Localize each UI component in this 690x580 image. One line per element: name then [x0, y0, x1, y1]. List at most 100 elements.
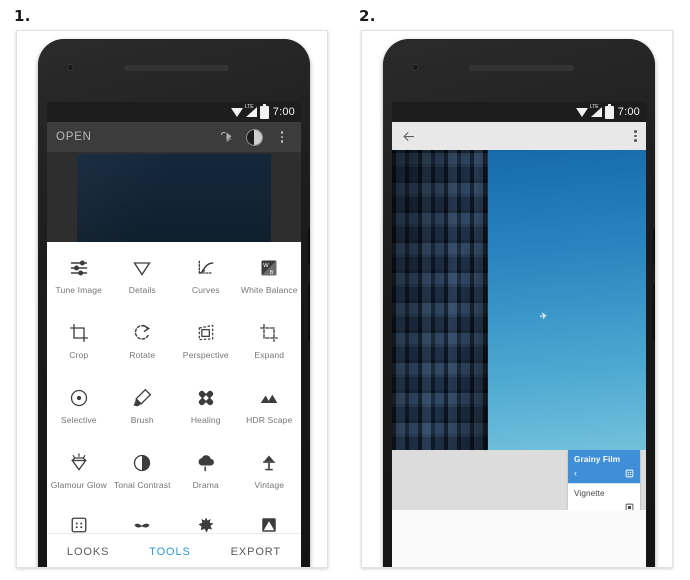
volume-button[interactable]	[308, 283, 310, 341]
edit-stack-panel: Grainy Film ‹ Vignette	[568, 450, 640, 510]
tonal-contrast-icon	[131, 452, 153, 474]
network-label: LTE	[589, 104, 599, 110]
tool-curves[interactable]: Curves	[174, 250, 238, 315]
crop-icon	[68, 322, 90, 344]
double-exposure-icon	[258, 514, 280, 533]
tool-drama[interactable]: Drama	[174, 445, 238, 510]
battery-icon	[259, 103, 269, 119]
status-bar-icons-2: LTE	[575, 103, 614, 119]
grunge-icon	[195, 514, 217, 533]
tool-perspective[interactable]: Perspective	[174, 315, 238, 380]
tool-label: Details	[128, 285, 156, 295]
power-button[interactable]	[653, 229, 655, 265]
tool-hdr-scape[interactable]: HDR Scape	[238, 380, 302, 445]
brush-icon	[131, 387, 153, 409]
status-bar-2: LTE 7:00	[392, 102, 646, 122]
tools-sheet: Tune Image Details Curves W B White Bala…	[47, 242, 301, 567]
tool-brush[interactable]: Brush	[111, 380, 175, 445]
tool-healing[interactable]: Healing	[174, 380, 238, 445]
drama-icon	[195, 452, 217, 474]
retrolux-icon	[131, 514, 153, 533]
tool-tonal-contrast[interactable]: Tonal Contrast	[111, 445, 175, 510]
compare-icon[interactable]	[216, 127, 236, 147]
figure-2-frame: LTE 7:00 ✈ Grainy Film ‹ Vignette	[361, 30, 673, 568]
tool-label: HDR Scape	[246, 415, 293, 425]
expand-icon	[258, 322, 280, 344]
phone-device-2: LTE 7:00 ✈ Grainy Film ‹ Vignette	[383, 39, 655, 567]
perspective-icon	[195, 322, 217, 344]
stack-item-grainy-film[interactable]: Grainy Film ‹	[568, 450, 640, 484]
stack-item-label: Grainy Film	[574, 455, 621, 464]
tool-rotate[interactable]: Rotate	[111, 315, 175, 380]
glamour-glow-icon	[68, 452, 90, 474]
status-bar-clock: 7:00	[272, 106, 295, 118]
tool-label: Curves	[191, 285, 220, 295]
status-bar-1: LTE 7:00	[47, 102, 301, 122]
tool-details[interactable]: Details	[111, 250, 175, 315]
tab-tools[interactable]: TOOLS	[149, 546, 191, 558]
tool-label: Vintage	[254, 480, 285, 490]
chevron-left-icon[interactable]: ‹	[574, 468, 577, 478]
figure-2-number: 2.	[359, 7, 376, 25]
tool-label: Glamour Glow	[50, 480, 107, 490]
tool-tune-image[interactable]: Tune Image	[47, 250, 111, 315]
stack-item-vignette[interactable]: Vignette	[568, 484, 640, 510]
photo-canvas-2[interactable]: ✈ Grainy Film ‹ Vignette	[392, 150, 646, 510]
tool-expand[interactable]: Expand	[238, 315, 302, 380]
info-contrast-icon[interactable]	[244, 127, 264, 147]
phone-device-1: LTE 7:00 OPEN Tune Image Details Curves …	[38, 39, 310, 567]
open-button[interactable]: OPEN	[56, 131, 92, 143]
tool-label: Expand	[254, 350, 285, 360]
status-bar-clock: 7:00	[617, 106, 640, 118]
tool-label: Tonal Contrast	[113, 480, 171, 490]
tool-label: Perspective	[182, 350, 229, 360]
app-bar-2	[392, 122, 646, 150]
overflow-menu-icon[interactable]	[272, 127, 292, 147]
tool-label: Selective	[60, 415, 97, 425]
wifi-icon	[230, 107, 243, 117]
photo-preview-1[interactable]	[47, 152, 301, 244]
figure-2: 2. LTE 7:00 ✈ Grainy Film ‹ Vignette	[345, 0, 690, 580]
bottom-navigation: LOOKS TOOLS EXPORT	[47, 533, 301, 567]
power-button[interactable]	[308, 229, 310, 265]
tools-grid: Tune Image Details Curves W B White Bala…	[47, 242, 301, 533]
tool-retrolux[interactable]	[111, 510, 175, 533]
volume-button[interactable]	[653, 283, 655, 341]
tool-white-balance[interactable]: W B White Balance	[238, 250, 302, 315]
selective-icon	[68, 387, 90, 409]
tool-label: Tune Image	[55, 285, 103, 295]
tool-double-exposure[interactable]	[238, 510, 302, 533]
wifi-icon	[575, 107, 588, 117]
tool-label: Crop	[69, 350, 89, 360]
details-icon	[131, 257, 153, 279]
tab-looks[interactable]: LOOKS	[67, 546, 109, 558]
tool-vintage[interactable]: Vintage	[238, 445, 302, 510]
tool-grunge[interactable]	[174, 510, 238, 533]
vignette-icon	[624, 502, 634, 510]
tool-label: Brush	[130, 415, 154, 425]
tool-crop[interactable]: Crop	[47, 315, 111, 380]
app-bar-1: OPEN	[47, 122, 301, 152]
back-arrow-icon[interactable]	[401, 129, 416, 144]
overflow-menu-icon[interactable]	[634, 130, 637, 142]
rotate-icon	[131, 322, 153, 344]
tool-glamour-glow[interactable]: Glamour Glow	[47, 445, 111, 510]
healing-icon	[195, 387, 217, 409]
tool-label: Healing	[190, 415, 221, 425]
grainy-film-icon	[68, 514, 90, 533]
tab-export[interactable]: EXPORT	[231, 546, 281, 558]
tool-grainy-film[interactable]	[47, 510, 111, 533]
phone-2-screen: LTE 7:00 ✈ Grainy Film ‹ Vignette	[392, 102, 646, 567]
grainy-film-icon	[624, 468, 634, 478]
signal-icon: LTE	[245, 105, 257, 117]
tool-label: Drama	[192, 480, 219, 490]
screenshot-board: 1. LTE 7:00 OPEN Tune Image Details Curv…	[0, 0, 690, 580]
svg-text:W: W	[263, 263, 269, 269]
stack-item-label: Vignette	[574, 489, 605, 498]
figure-1: 1. LTE 7:00 OPEN Tune Image Details Curv…	[0, 0, 345, 580]
tool-selective[interactable]: Selective	[47, 380, 111, 445]
figure-1-number: 1.	[14, 7, 31, 25]
curves-icon	[195, 257, 217, 279]
status-bar-icons-1: LTE	[230, 103, 269, 119]
tool-label: White Balance	[240, 285, 298, 295]
